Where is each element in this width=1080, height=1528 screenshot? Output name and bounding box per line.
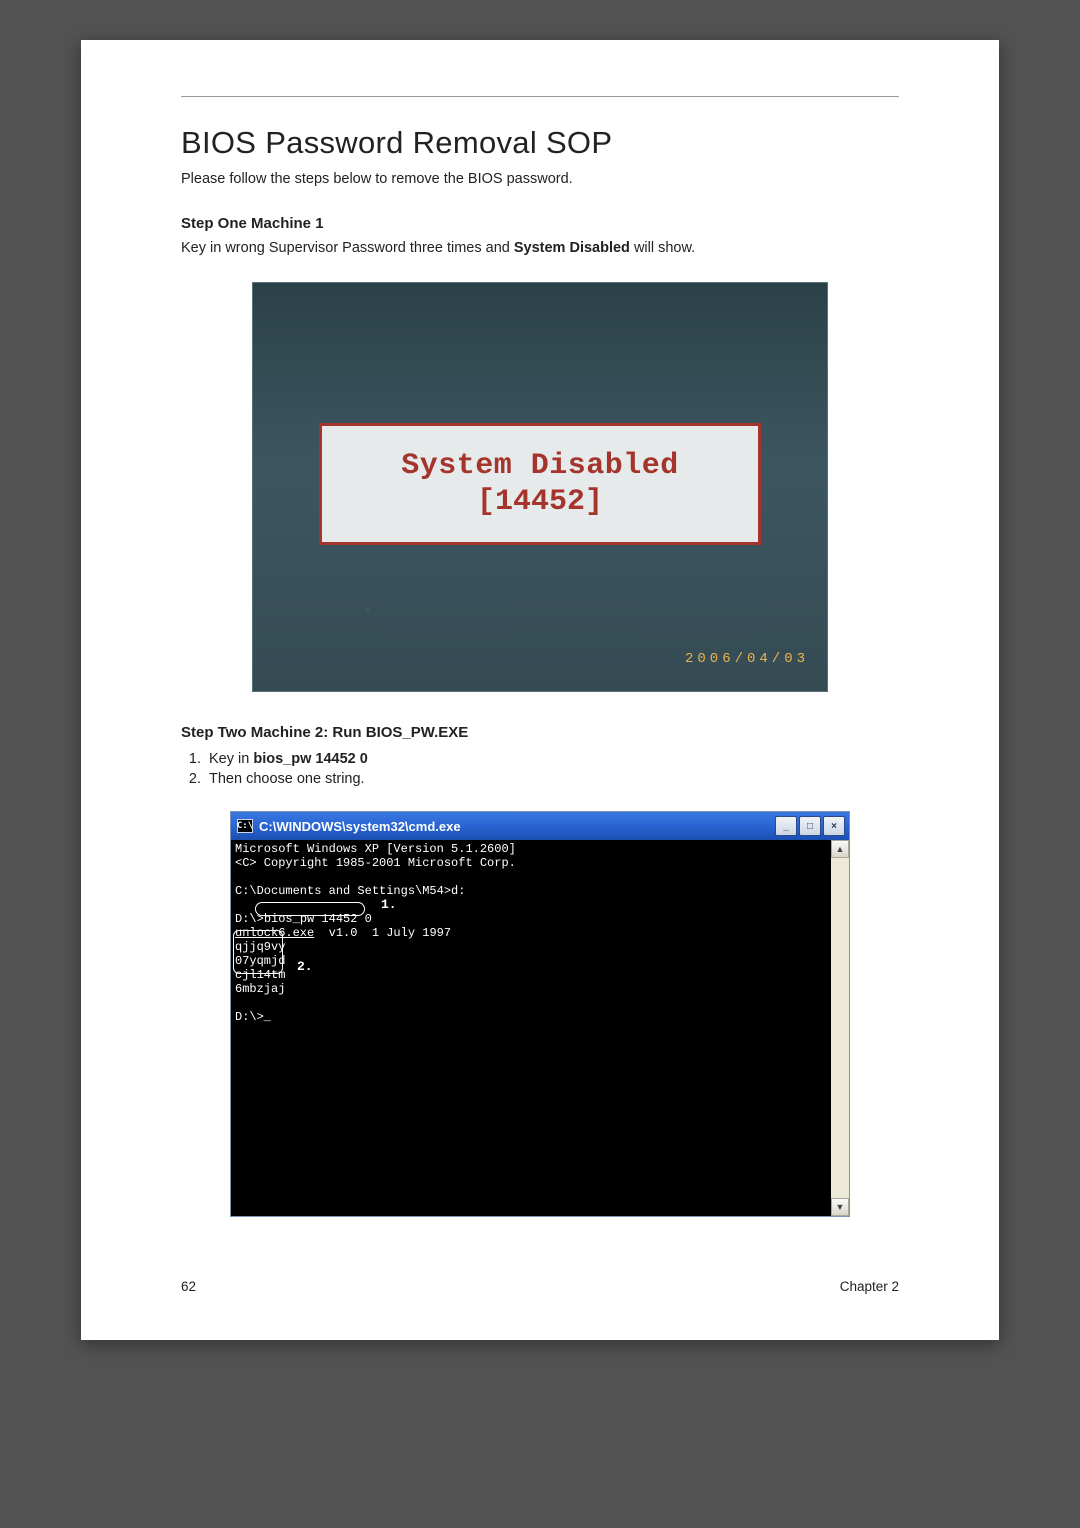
top-rule [181, 96, 899, 97]
list-item: Key in bios_pw 14452 0 [205, 751, 899, 767]
step-one-text-post: will show. [630, 240, 695, 256]
chapter-label: Chapter 2 [840, 1279, 899, 1294]
annotation-label-1: 1. [381, 898, 397, 912]
term-line: v1.0 1 July 1997 [314, 926, 451, 940]
term-line: 6mbzjaj [235, 982, 285, 996]
term-prompt: D:\>_ [235, 1010, 271, 1024]
term-line: Microsoft Windows XP [Version 5.1.2600] [235, 842, 516, 856]
step-one-text: Key in wrong Supervisor Password three t… [181, 240, 899, 256]
system-disabled-strong: System Disabled [514, 240, 630, 256]
cmd-body: Microsoft Windows XP [Version 5.1.2600] … [231, 840, 849, 1216]
annotation-circle-1 [255, 902, 365, 916]
step-two-list: Key in bios_pw 14452 0 Then choose one s… [205, 751, 899, 787]
page-footer: 62 Chapter 2 [181, 1279, 899, 1294]
screenshot-system-disabled: System Disabled [14452] 2006/04/03 [252, 282, 828, 692]
scroll-up-button[interactable]: ▲ [831, 840, 849, 858]
dialog-line-1: System Disabled [401, 449, 679, 483]
document-page: BIOS Password Removal SOP Please follow … [81, 40, 999, 1340]
maximize-button[interactable]: □ [799, 816, 821, 836]
window-title: C:\WINDOWS\system32\cmd.exe [259, 819, 461, 834]
dialog-line-2: [14452] [477, 485, 603, 519]
page-number: 62 [181, 1279, 196, 1294]
close-button[interactable]: × [823, 816, 845, 836]
page-title: BIOS Password Removal SOP [181, 125, 899, 161]
screenshot-cmd-window: C:\ C:\WINDOWS\system32\cmd.exe _ □ × Mi… [230, 811, 850, 1217]
terminal-output[interactable]: Microsoft Windows XP [Version 5.1.2600] … [231, 840, 831, 1216]
annotation-label-2: 2. [297, 960, 313, 974]
scrollbar[interactable]: ▲ ▼ [831, 840, 849, 1216]
li-pre: Key in [209, 751, 253, 767]
intro-text: Please follow the steps below to remove … [181, 171, 899, 187]
scroll-down-button[interactable]: ▼ [831, 1198, 849, 1216]
list-item: Then choose one string. [205, 771, 899, 787]
li-bold: bios_pw 14452 0 [253, 751, 367, 767]
term-line: <C> Copyright 1985-2001 Microsoft Corp. [235, 856, 516, 870]
step-one-heading: Step One Machine 1 [181, 215, 899, 232]
annotation-circle-2 [233, 930, 283, 974]
term-line: C:\Documents and Settings\M54>d: [235, 884, 465, 898]
window-buttons: _ □ × [775, 816, 845, 836]
window-titlebar[interactable]: C:\ C:\WINDOWS\system32\cmd.exe _ □ × [231, 812, 849, 840]
minimize-button[interactable]: _ [775, 816, 797, 836]
system-disabled-dialog: System Disabled [14452] [319, 423, 761, 545]
cmd-icon: C:\ [237, 819, 253, 833]
photo-date: 2006/04/03 [685, 651, 809, 667]
step-one-text-pre: Key in wrong Supervisor Password three t… [181, 240, 514, 256]
scroll-track[interactable] [831, 858, 849, 1198]
step-two-heading: Step Two Machine 2: Run BIOS_PW.EXE [181, 724, 899, 741]
li-pre: Then choose one string. [209, 771, 365, 787]
